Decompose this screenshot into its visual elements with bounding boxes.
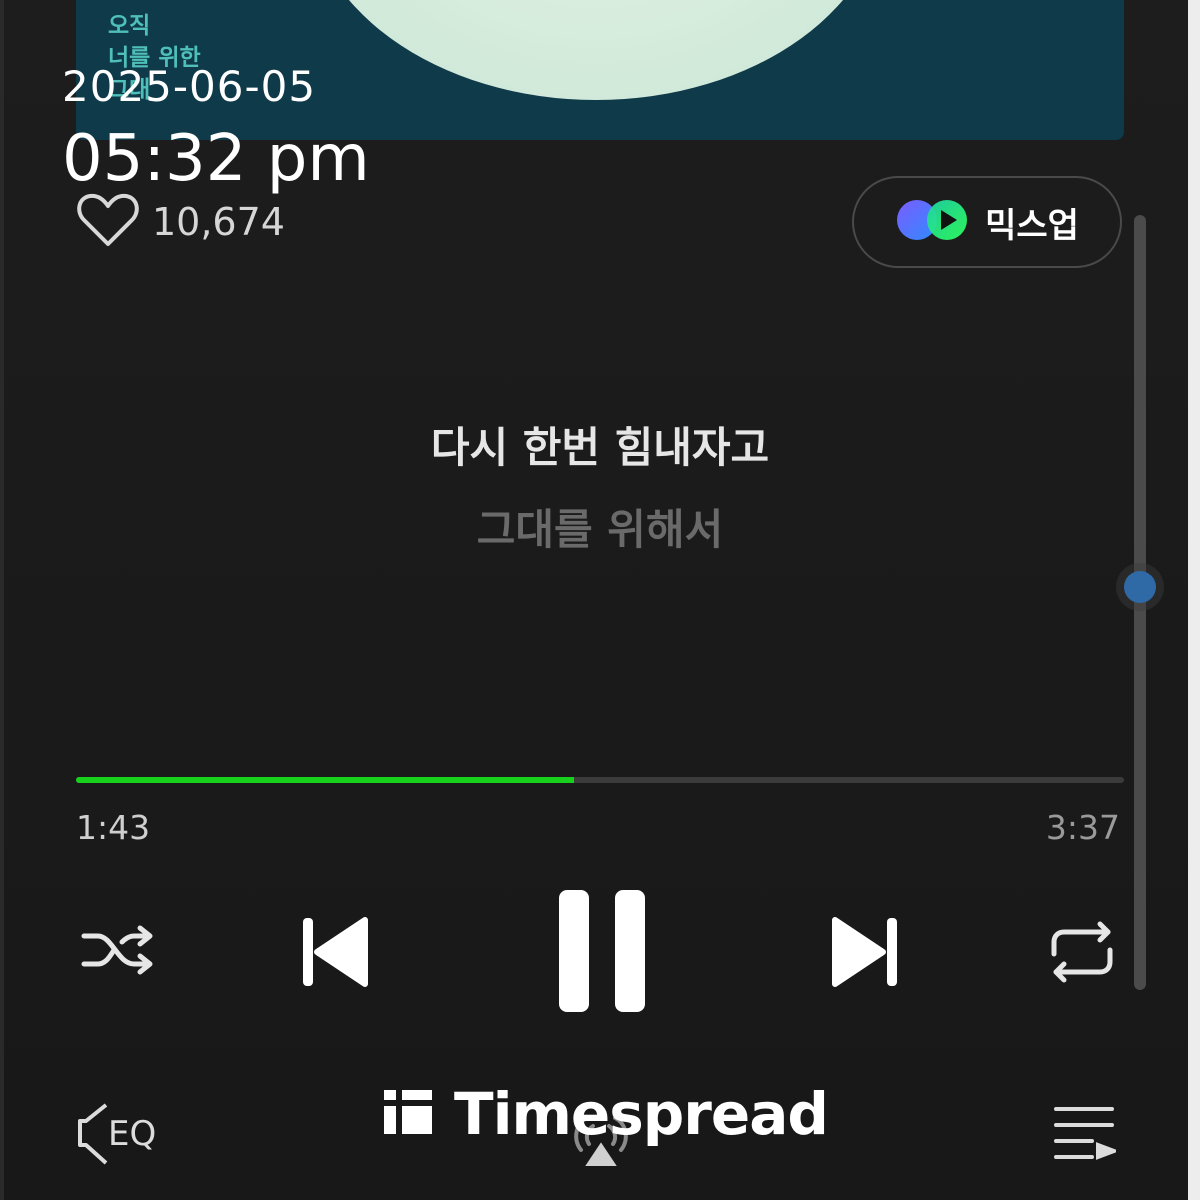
- repeat-button[interactable]: [1040, 918, 1124, 990]
- like-button[interactable]: 10,674: [76, 192, 285, 252]
- progress-bar[interactable]: [76, 777, 1124, 783]
- like-count: 10,674: [152, 200, 285, 244]
- eq-label: EQ: [108, 1114, 156, 1154]
- playlist-icon: [1052, 1103, 1120, 1167]
- pause-button[interactable]: [545, 886, 657, 1018]
- total-time: 3:37: [1045, 808, 1120, 847]
- lyric-next-line: 그대를 위해서: [476, 505, 724, 554]
- pause-icon: [551, 886, 651, 1018]
- left-edge: [0, 0, 4, 1200]
- mixup-logo-icon: [895, 198, 971, 246]
- scrollbar-thumb[interactable]: [1124, 571, 1156, 603]
- mixup-button[interactable]: 믹스업: [852, 176, 1122, 268]
- skip-previous-icon: [299, 914, 369, 994]
- repeat-icon: [1046, 920, 1118, 988]
- mixup-label: 믹스업: [985, 205, 1079, 246]
- playlist-button[interactable]: [1044, 1100, 1124, 1170]
- heart-icon: [76, 192, 140, 252]
- progress-fill: [76, 777, 574, 783]
- lyric-current-line: 다시 한번 힘내자고: [430, 423, 770, 472]
- right-edge: [1188, 0, 1200, 1200]
- watermark-brand: Timespread: [384, 1080, 829, 1148]
- brand-logo-icon: [384, 1088, 432, 1140]
- equalizer-button[interactable]: EQ: [74, 1100, 174, 1172]
- equalizer-icon: EQ: [76, 1099, 172, 1173]
- skip-next-icon: [831, 914, 901, 994]
- overlay-time: 05:32 pm: [62, 122, 370, 196]
- player-screen: 오직 너를 위한 그대 2025-06-05 05:32 pm 10,674 믹…: [0, 0, 1200, 1200]
- next-button[interactable]: [824, 912, 908, 996]
- elapsed-time: 1:43: [76, 808, 151, 847]
- brand-name: Timespread: [454, 1080, 829, 1148]
- album-disc: [306, 0, 886, 100]
- shuffle-icon: [78, 918, 158, 986]
- previous-button[interactable]: [292, 912, 376, 996]
- shuffle-button[interactable]: [76, 916, 160, 988]
- overlay-date: 2025-06-05: [62, 62, 317, 111]
